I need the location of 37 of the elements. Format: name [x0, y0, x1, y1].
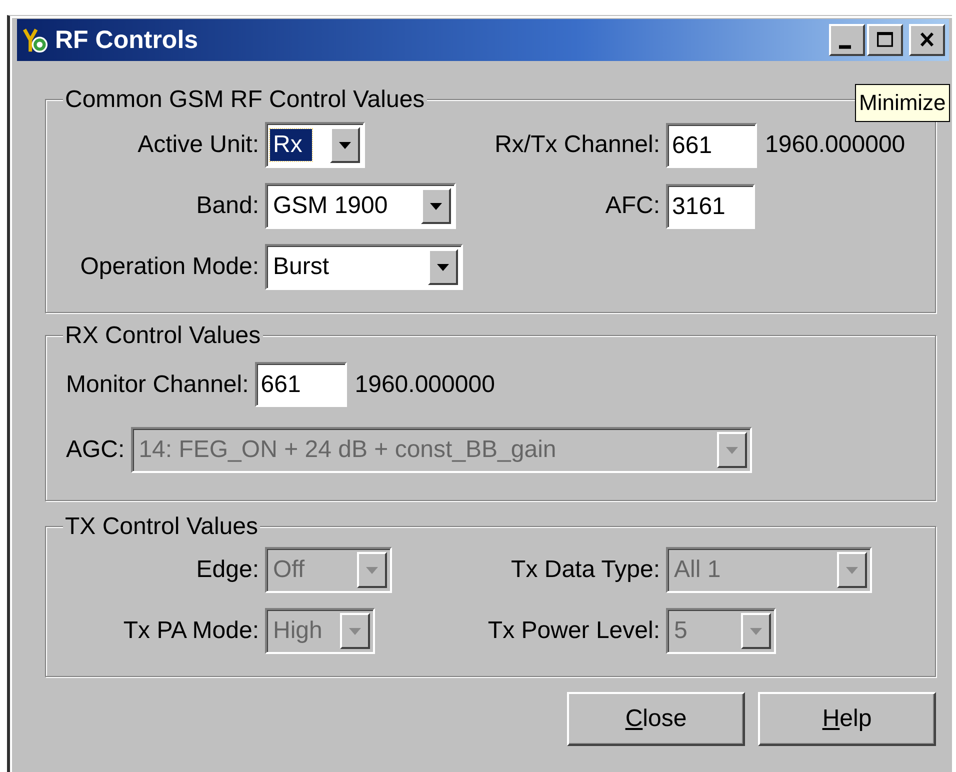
field-label: AGC:	[66, 436, 125, 464]
field-label: AFC:	[604, 192, 660, 220]
antenna-icon	[21, 26, 49, 54]
field-label: Operation Mode:	[79, 253, 259, 281]
field-label: Monitor Channel:	[66, 370, 249, 398]
dialog-button[interactable]: Help	[758, 692, 936, 746]
dropdown-button[interactable]	[428, 249, 458, 285]
minimize-icon	[839, 45, 851, 49]
dropdown: All 1	[666, 547, 872, 593]
field-label: Rx/Tx Channel:	[494, 131, 660, 159]
field-label: Tx PA Mode:	[122, 617, 259, 645]
input-field[interactable]: 661	[666, 122, 757, 168]
field-label: Tx Power Level:	[486, 617, 660, 645]
field-label: Tx Data Type:	[510, 556, 660, 584]
dropdown: 14: FEG_ON + 24 dB + const_BB_gain	[130, 427, 752, 473]
dropdown: Off	[265, 547, 392, 593]
dropdown[interactable]: Burst	[265, 244, 463, 290]
input-field[interactable]: 3161	[666, 184, 755, 228]
maximize-button[interactable]	[867, 24, 903, 56]
dropdown: High	[265, 608, 375, 654]
dialog-button[interactable]: Close	[567, 692, 745, 746]
frequency-text: 1960.000000	[354, 370, 495, 398]
dropdown: 5	[666, 608, 776, 654]
window-title: RF Controls	[55, 26, 200, 54]
input-field[interactable]: 661	[254, 362, 347, 407]
maximize-icon	[874, 30, 896, 50]
minimize-button[interactable]	[829, 24, 865, 56]
field-label: Edge:	[195, 556, 259, 584]
dropdown-button[interactable]	[421, 188, 451, 224]
dropdown[interactable]: GSM 1900	[265, 183, 456, 229]
frequency-text: 1960.000000	[765, 131, 906, 159]
field-label: Active Unit:	[136, 131, 259, 159]
field-label: Band:	[195, 192, 259, 220]
tooltip: Minimize	[855, 84, 950, 122]
close-button[interactable]	[909, 24, 945, 56]
dropdown-button[interactable]	[330, 127, 360, 163]
dropdown[interactable]: Rx	[265, 122, 365, 168]
